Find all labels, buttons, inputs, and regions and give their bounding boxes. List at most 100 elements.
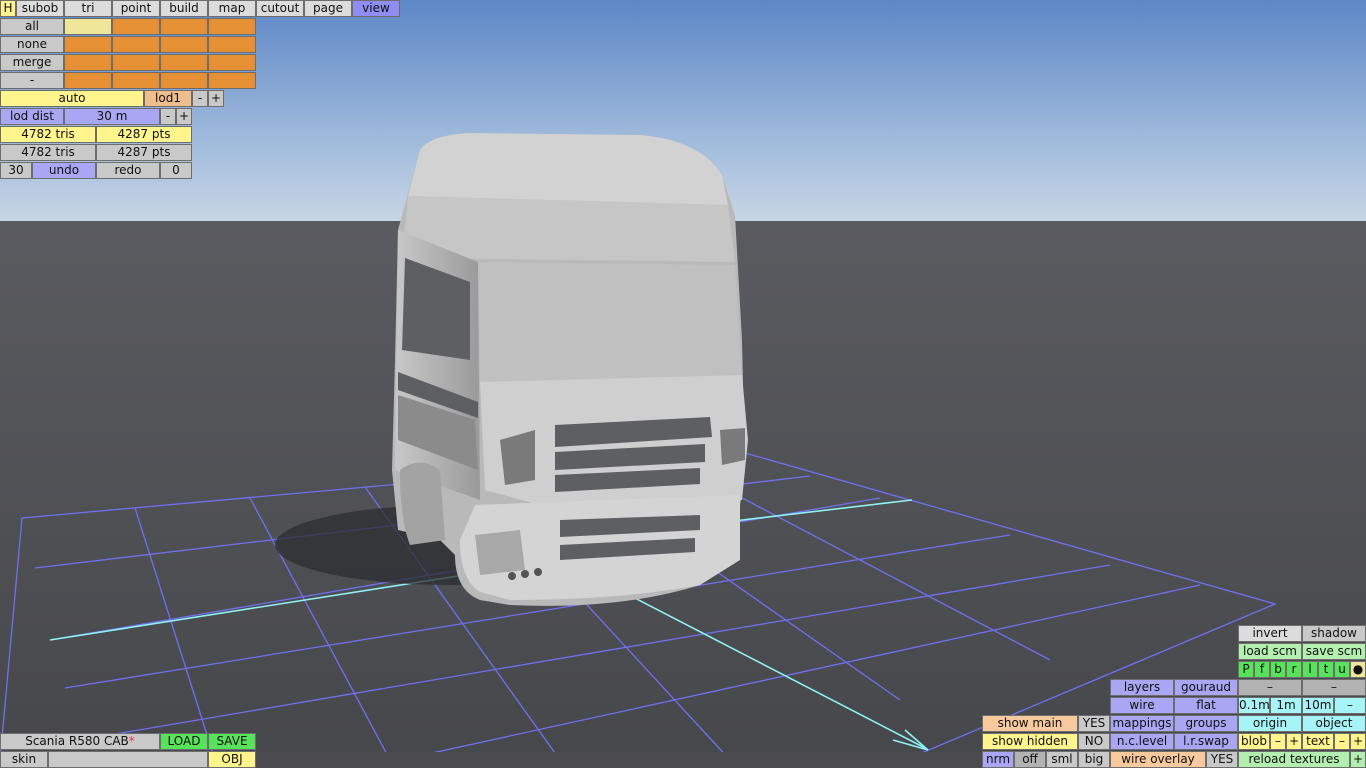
lod-auto-button[interactable]: auto: [0, 90, 144, 107]
lod-plus-button[interactable]: +: [208, 90, 224, 107]
layers-button[interactable]: layers: [1110, 679, 1174, 696]
pts-selected: 4287 pts: [96, 144, 192, 161]
skin-label[interactable]: skin: [0, 751, 48, 768]
obj-button[interactable]: OBJ: [208, 751, 256, 768]
show-main-label[interactable]: show main: [982, 715, 1078, 732]
tab-page[interactable]: page: [304, 0, 352, 17]
shadow-button[interactable]: shadow: [1302, 625, 1366, 642]
blob-button[interactable]: blob: [1238, 733, 1270, 750]
modified-mark: *: [128, 734, 135, 748]
tab-build[interactable]: build: [160, 0, 208, 17]
subob-cell[interactable]: [64, 54, 112, 71]
mappings-button[interactable]: mappings: [1110, 715, 1174, 732]
tab-view[interactable]: view: [352, 0, 400, 17]
text-plus-button[interactable]: +: [1350, 733, 1366, 750]
subob-cell[interactable]: [160, 18, 208, 35]
view-t-button[interactable]: t: [1318, 661, 1334, 678]
grid-1m-button[interactable]: 1m: [1270, 697, 1302, 714]
view-f-button[interactable]: f: [1254, 661, 1270, 678]
subob-cell[interactable]: [64, 18, 112, 35]
gouraud-button[interactable]: gouraud: [1174, 679, 1238, 696]
reload-textures-button[interactable]: reload textures: [1238, 751, 1350, 768]
tab-tri[interactable]: tri: [64, 0, 112, 17]
redo-button[interactable]: redo: [96, 162, 160, 179]
subob-all-button[interactable]: all: [0, 18, 64, 35]
normals-sml-button[interactable]: sml: [1046, 751, 1078, 768]
grid-minus-button[interactable]: –: [1334, 697, 1366, 714]
show-main-value[interactable]: YES: [1078, 715, 1110, 732]
lod-dist-plus-button[interactable]: +: [176, 108, 192, 125]
load-button[interactable]: LOAD: [160, 733, 208, 750]
truck-cab-model: [392, 133, 748, 606]
subob-cell[interactable]: [160, 36, 208, 53]
nc-level-button[interactable]: n.c.level: [1110, 733, 1174, 750]
normals-nrm-button[interactable]: nrm: [982, 751, 1014, 768]
tab-map[interactable]: map: [208, 0, 256, 17]
subob-cell[interactable]: [208, 36, 256, 53]
lod-minus-button[interactable]: -: [192, 90, 208, 107]
viewport-3d[interactable]: [0, 0, 1366, 768]
tab-subob[interactable]: subob: [16, 0, 64, 17]
text-button[interactable]: text: [1302, 733, 1334, 750]
subob-cell[interactable]: [160, 54, 208, 71]
lod-dist-minus-button[interactable]: -: [160, 108, 176, 125]
view-l-button[interactable]: l: [1302, 661, 1318, 678]
model-name[interactable]: Scania R580 CAB*: [0, 733, 160, 750]
grid-01m-button[interactable]: 0.1m: [1238, 697, 1270, 714]
wire-button[interactable]: wire: [1110, 697, 1174, 714]
view-r-button[interactable]: r: [1286, 661, 1302, 678]
undo-count: 30: [0, 162, 32, 179]
load-scm-button[interactable]: load scm: [1238, 643, 1302, 660]
tris-total: 4782 tris: [0, 126, 96, 143]
normals-off-button[interactable]: off: [1014, 751, 1046, 768]
subob-cell[interactable]: [208, 54, 256, 71]
flat-button[interactable]: flat: [1174, 697, 1238, 714]
text-minus-button[interactable]: –: [1334, 733, 1350, 750]
undo-button[interactable]: undo: [32, 162, 96, 179]
subob-cell[interactable]: [64, 72, 112, 89]
subob-cell[interactable]: [64, 36, 112, 53]
dash-button-right[interactable]: –: [1302, 679, 1366, 696]
wire-overlay-value[interactable]: YES: [1206, 751, 1238, 768]
save-button[interactable]: SAVE: [208, 733, 256, 750]
show-hidden-value[interactable]: NO: [1078, 733, 1110, 750]
groups-button[interactable]: groups: [1174, 715, 1238, 732]
lod-dist-value[interactable]: 30 m: [64, 108, 160, 125]
view-b-button[interactable]: b: [1270, 661, 1286, 678]
lr-swap-button[interactable]: l.r.swap: [1174, 733, 1238, 750]
tris-selected: 4782 tris: [0, 144, 96, 161]
normals-big-button[interactable]: big: [1078, 751, 1110, 768]
wire-overlay-label[interactable]: wire overlay: [1110, 751, 1206, 768]
tab-cutout[interactable]: cutout: [256, 0, 304, 17]
dash-button-left[interactable]: –: [1238, 679, 1302, 696]
h-button[interactable]: H: [0, 0, 16, 17]
skin-field[interactable]: [48, 751, 208, 768]
subob-none-button[interactable]: none: [0, 36, 64, 53]
blob-minus-button[interactable]: –: [1270, 733, 1286, 750]
view-u-button[interactable]: u: [1334, 661, 1350, 678]
subob-cell[interactable]: [112, 18, 160, 35]
grid-10m-button[interactable]: 10m: [1302, 697, 1334, 714]
dot-icon[interactable]: ●: [1350, 661, 1366, 678]
tab-point[interactable]: point: [112, 0, 160, 17]
origin-button[interactable]: origin: [1238, 715, 1302, 732]
redo-count: 0: [160, 162, 192, 179]
show-hidden-label[interactable]: show hidden: [982, 733, 1078, 750]
subob-merge-button[interactable]: merge: [0, 54, 64, 71]
subob-cell[interactable]: [208, 18, 256, 35]
invert-button[interactable]: invert: [1238, 625, 1302, 642]
subob-cell[interactable]: [112, 72, 160, 89]
subob-minus-button[interactable]: -: [0, 72, 64, 89]
lod-dist-label[interactable]: lod dist: [0, 108, 64, 125]
save-scm-button[interactable]: save scm: [1302, 643, 1366, 660]
object-button[interactable]: object: [1302, 715, 1366, 732]
subob-cell[interactable]: [112, 36, 160, 53]
reload-plus-button[interactable]: +: [1350, 751, 1366, 768]
blob-plus-button[interactable]: +: [1286, 733, 1302, 750]
subob-cell[interactable]: [160, 72, 208, 89]
lod-current[interactable]: lod1: [144, 90, 192, 107]
subob-cell[interactable]: [208, 72, 256, 89]
view-p-button[interactable]: P: [1238, 661, 1254, 678]
status-bar: [256, 752, 983, 768]
subob-cell[interactable]: [112, 54, 160, 71]
